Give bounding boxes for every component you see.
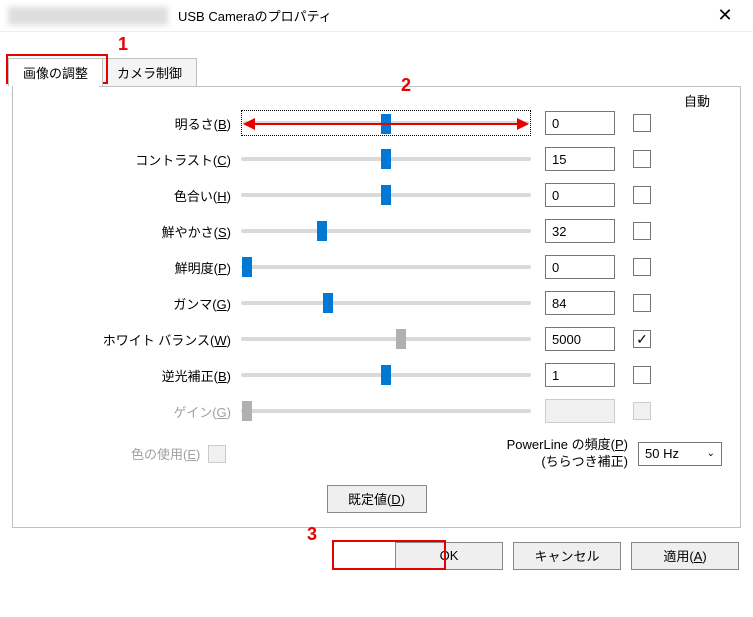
slider-label: ホワイト バランス(W) — [31, 330, 241, 349]
settings-panel: 自動 2 明るさ(B)コントラスト(C)色合い(H)鮮やかさ(S)鮮明度(P)ガ… — [12, 86, 741, 528]
slider-row: 鮮やかさ(S) — [31, 213, 722, 249]
slider[interactable] — [241, 290, 531, 316]
slider[interactable] — [241, 182, 531, 208]
slider-label: 鮮やかさ(S) — [31, 222, 241, 241]
slider-thumb[interactable] — [381, 149, 391, 169]
powerline-label: PowerLine の頻度(P) (ちらつき補正) — [507, 437, 628, 471]
apply-button[interactable]: 適用(A) — [631, 542, 739, 570]
slider-row: コントラスト(C) — [31, 141, 722, 177]
slider-thumb — [242, 401, 252, 421]
auto-checkbox[interactable] — [633, 114, 651, 132]
slider-label: ガンマ(G) — [31, 294, 241, 313]
auto-checkbox[interactable] — [633, 150, 651, 168]
slider-label: コントラスト(C) — [31, 150, 241, 169]
auto-checkbox[interactable] — [633, 222, 651, 240]
slider-value-input — [545, 399, 615, 423]
slider[interactable] — [241, 218, 531, 244]
slider-value-input[interactable] — [545, 219, 615, 243]
slider-label: 鮮明度(P) — [31, 258, 241, 277]
slider-value-input[interactable] — [545, 291, 615, 315]
defaults-button[interactable]: 既定値(D) — [327, 485, 427, 513]
slider-label: 色合い(H) — [31, 186, 241, 205]
slider-value-input[interactable] — [545, 255, 615, 279]
annotation-3: 3 — [307, 524, 317, 545]
window-title: USB Cameraのプロパティ — [178, 6, 332, 25]
powerline-combo[interactable]: 50 Hz ⌄ — [638, 442, 722, 466]
slider-value-input[interactable] — [545, 327, 615, 351]
slider[interactable] — [241, 110, 531, 136]
color-enable-label: 色の使用(E) — [131, 444, 200, 463]
slider-label: 逆光補正(B) — [31, 366, 241, 385]
slider[interactable] — [241, 326, 531, 352]
slider-thumb[interactable] — [317, 221, 327, 241]
slider-label: 明るさ(B) — [31, 114, 241, 133]
slider[interactable] — [241, 254, 531, 280]
tab-bar: 画像の調整 カメラ制御 — [8, 58, 745, 86]
auto-checkbox[interactable] — [633, 186, 651, 204]
slider-value-input[interactable] — [545, 147, 615, 171]
slider-thumb[interactable] — [381, 114, 391, 134]
slider-thumb[interactable] — [381, 365, 391, 385]
app-name-redacted — [8, 7, 168, 25]
auto-checkbox[interactable] — [633, 294, 651, 312]
slider-row: ガンマ(G) — [31, 285, 722, 321]
auto-column-header: 自動 — [684, 91, 710, 110]
slider-row: ホワイト バランス(W) ✓ — [31, 321, 722, 357]
auto-checkbox[interactable]: ✓ — [633, 330, 651, 348]
slider-row: 鮮明度(P) — [31, 249, 722, 285]
auto-checkbox[interactable] — [633, 366, 651, 384]
annotation-1: 1 — [118, 34, 128, 55]
slider-row: 明るさ(B) — [31, 105, 722, 141]
ok-button[interactable]: OK — [395, 542, 503, 570]
close-icon[interactable]: ✕ — [705, 5, 745, 26]
slider — [241, 398, 531, 424]
slider-thumb[interactable] — [381, 185, 391, 205]
titlebar: USB Cameraのプロパティ ✕ — [0, 0, 753, 32]
chevron-down-icon: ⌄ — [707, 448, 715, 459]
powerline-group: PowerLine の頻度(P) (ちらつき補正) 50 Hz ⌄ — [507, 437, 722, 471]
cancel-button[interactable]: キャンセル — [513, 542, 621, 570]
tab-camera-control[interactable]: カメラ制御 — [102, 58, 197, 86]
slider-label: ゲイン(G) — [31, 402, 241, 421]
auto-checkbox[interactable] — [633, 258, 651, 276]
powerline-value: 50 Hz — [645, 446, 679, 461]
slider-value-input[interactable] — [545, 363, 615, 387]
slider-value-input[interactable] — [545, 183, 615, 207]
slider[interactable] — [241, 362, 531, 388]
slider-value-input[interactable] — [545, 111, 615, 135]
slider-row: 色合い(H) — [31, 177, 722, 213]
slider-thumb[interactable] — [396, 329, 406, 349]
auto-checkbox — [633, 402, 651, 420]
color-enable-group: 色の使用(E) — [131, 444, 226, 463]
slider-row: ゲイン(G) — [31, 393, 722, 429]
color-enable-checkbox — [208, 445, 226, 463]
slider-thumb[interactable] — [323, 293, 333, 313]
tab-image-adjust[interactable]: 画像の調整 — [8, 58, 103, 86]
slider-thumb[interactable] — [242, 257, 252, 277]
slider[interactable] — [241, 146, 531, 172]
slider-row: 逆光補正(B) — [31, 357, 722, 393]
